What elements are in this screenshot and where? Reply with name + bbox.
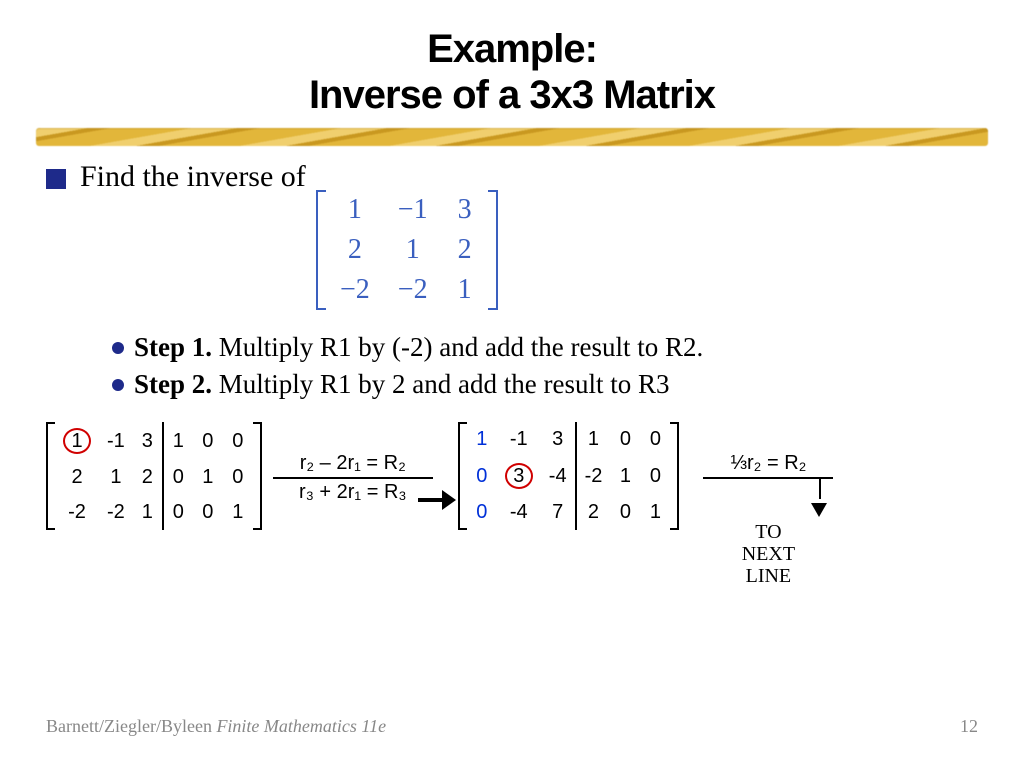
- bracket-left-icon: [458, 422, 467, 530]
- a-cell: 3: [497, 457, 541, 495]
- a-cell: 0: [610, 422, 640, 457]
- slide-title: Example: Inverse of a 3x3 Matrix: [46, 26, 978, 118]
- a-cell: -2: [55, 495, 99, 530]
- bracket-left-icon: [316, 190, 326, 310]
- footer-authors: Barnett/Ziegler/Byleen: [46, 716, 216, 736]
- a-cell: 1: [640, 495, 670, 530]
- arrow-shaft-icon: [418, 498, 442, 502]
- a-cell: 0: [223, 422, 253, 460]
- a-cell: 3: [541, 422, 576, 457]
- step-item: Step 2. Multiply R1 by 2 and add the res…: [112, 369, 978, 400]
- a-cell: -4: [497, 495, 541, 530]
- a-cell: 1: [467, 422, 497, 457]
- m-cell: 1: [442, 270, 488, 310]
- to-next-label: TO NEXT LINE: [742, 521, 795, 587]
- footer-title: Finite Mathematics 11e: [216, 716, 386, 736]
- title-line-2: Inverse of a 3x3 Matrix: [46, 72, 978, 118]
- title-underline: [36, 128, 988, 146]
- a-cell: 0: [163, 460, 193, 495]
- m-cell: 2: [442, 230, 488, 270]
- a-cell: 7: [541, 495, 576, 530]
- a-cell: 3: [133, 422, 163, 460]
- side-operation: ⅓r₂ = R₂ TO NEXT LINE: [693, 452, 843, 587]
- a-cell: 1: [163, 422, 193, 460]
- a-cell: 0: [467, 457, 497, 495]
- slide-footer: Barnett/Ziegler/Byleen Finite Mathematic…: [46, 716, 978, 737]
- a-cell: -1: [99, 422, 133, 460]
- dot-bullet-icon: [112, 342, 124, 354]
- arrow-right-icon: [442, 490, 456, 510]
- bracket-right-icon: [253, 422, 262, 530]
- a-cell: -2: [576, 457, 611, 495]
- m-cell: 3: [442, 190, 488, 230]
- aug-matrix-before: 1 -1 3 1 0 0 2 1 2 0 1 0: [46, 422, 262, 530]
- bracket-right-icon: [670, 422, 679, 530]
- to-next-line: TO: [742, 521, 795, 543]
- a-cell: -2: [99, 495, 133, 530]
- lead-bullet: Find the inverse of: [46, 160, 978, 194]
- a-cell: 2: [576, 495, 611, 530]
- a-cell: 1: [610, 457, 640, 495]
- a-cell: 0: [163, 495, 193, 530]
- m-cell: 1: [326, 190, 384, 230]
- footer-source: Barnett/Ziegler/Byleen Finite Mathematic…: [46, 716, 386, 737]
- bracket-left-icon: [46, 422, 55, 530]
- a-cell: 0: [193, 495, 223, 530]
- a-cell: 1: [576, 422, 611, 457]
- a-cell: 0: [467, 495, 497, 530]
- m-cell: 1: [384, 230, 442, 270]
- a-cell: -4: [541, 457, 576, 495]
- to-next-line: NEXT: [742, 543, 795, 565]
- square-bullet-icon: [46, 169, 66, 189]
- slide: Example: Inverse of a 3x3 Matrix Find th…: [0, 0, 1024, 607]
- step-text: Step 1. Multiply R1 by (-2) and add the …: [134, 332, 703, 363]
- input-matrix: 1 −1 3 2 1 2 −2 −2 1: [316, 190, 978, 310]
- a-cell: 0: [640, 457, 670, 495]
- bracket-right-icon: [488, 190, 498, 310]
- dot-bullet-icon: [112, 379, 124, 391]
- steps-list: Step 1. Multiply R1 by (-2) and add the …: [112, 332, 978, 400]
- aug-table-after: 1 -1 3 1 0 0 0 3 -4 -2 1 0: [467, 422, 671, 530]
- a-cell: 0: [610, 495, 640, 530]
- a-cell: 1: [133, 495, 163, 530]
- m-cell: 2: [326, 230, 384, 270]
- lead-text: Find the inverse of: [80, 160, 306, 194]
- step-desc: Multiply R1 by 2 and add the result to R…: [219, 369, 670, 399]
- m-cell: −1: [384, 190, 442, 230]
- step-item: Step 1. Multiply R1 by (-2) and add the …: [112, 332, 978, 363]
- a-cell: 2: [133, 460, 163, 495]
- aug-matrix-after: 1 -1 3 1 0 0 0 3 -4 -2 1 0: [458, 422, 680, 530]
- to-next-line: LINE: [742, 565, 795, 587]
- row-operations: r₂ – 2r₁ = R₂ r₃ + 2r₁ = R₃: [268, 452, 438, 504]
- row-op-bottom: r₃ + 2r₁ = R₃: [299, 481, 407, 504]
- title-line-1: Example:: [46, 26, 978, 72]
- arrow-down-icon: [811, 503, 827, 517]
- m-cell: −2: [326, 270, 384, 310]
- step-text: Step 2. Multiply R1 by 2 and add the res…: [134, 369, 670, 400]
- line-icon: [703, 477, 833, 479]
- row-op-top: r₂ – 2r₁ = R₂: [300, 452, 406, 475]
- a-cell: 0: [223, 460, 253, 495]
- step-label: Step 1.: [134, 332, 212, 362]
- m-cell: −2: [384, 270, 442, 310]
- arrow-shaft-icon: [819, 479, 821, 499]
- slide-body: Find the inverse of 1 −1 3 2 1 2 −2 −2 1: [46, 160, 978, 587]
- matrix-table: 1 −1 3 2 1 2 −2 −2 1: [326, 190, 488, 310]
- a-cell: 0: [640, 422, 670, 457]
- side-op-text: ⅓r₂ = R₂: [730, 452, 806, 475]
- aug-table-before: 1 -1 3 1 0 0 2 1 2 0 1 0: [55, 422, 253, 530]
- page-number: 12: [960, 716, 978, 737]
- a-cell: 1: [193, 460, 223, 495]
- step-desc: Multiply R1 by (-2) and add the result t…: [219, 332, 703, 362]
- a-cell: -1: [497, 422, 541, 457]
- fraction-line-icon: [273, 477, 433, 479]
- a-cell: 1: [55, 422, 99, 460]
- a-cell: 1: [223, 495, 253, 530]
- step-label: Step 2.: [134, 369, 212, 399]
- computation-row: 1 -1 3 1 0 0 2 1 2 0 1 0: [46, 422, 978, 587]
- a-cell: 2: [55, 460, 99, 495]
- a-cell: 0: [193, 422, 223, 460]
- a-cell: 1: [99, 460, 133, 495]
